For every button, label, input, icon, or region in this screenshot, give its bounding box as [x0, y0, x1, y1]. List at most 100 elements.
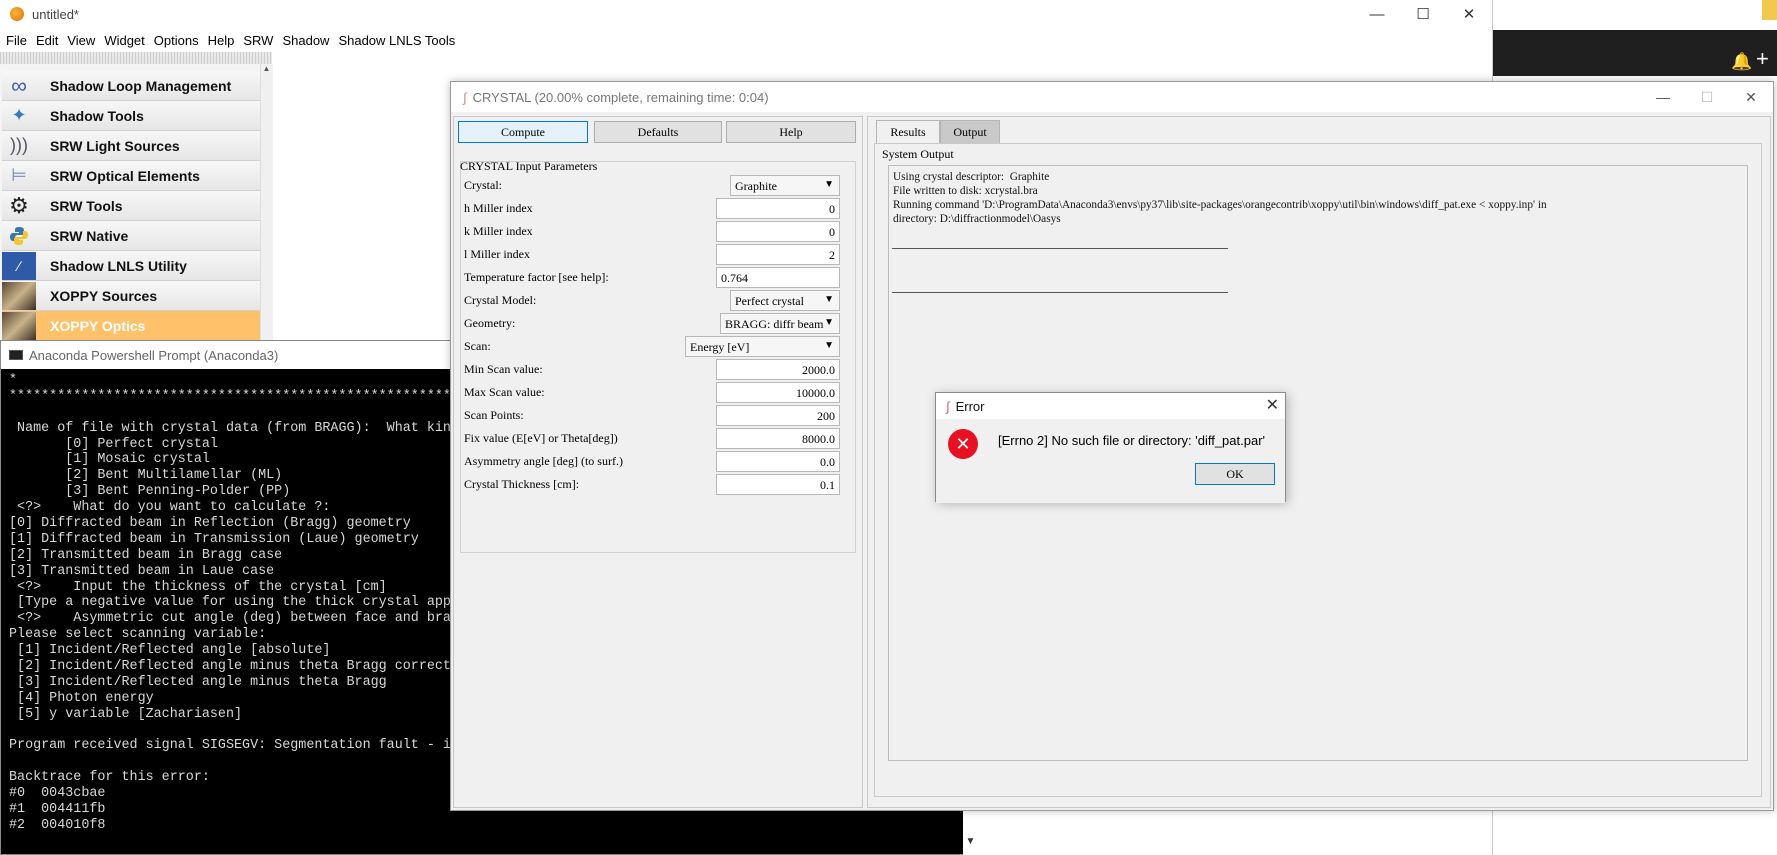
menu-options[interactable]: Options: [154, 33, 199, 48]
desktop-folder-icon[interactable]: [1762, 0, 1777, 20]
toolbox-scrollbar[interactable]: [260, 64, 273, 344]
utility-icon: ∕: [2, 251, 36, 280]
dropdown-arrow-icon: ▼: [824, 179, 834, 190]
close-icon[interactable]: ✕: [1446, 0, 1492, 28]
output-line: Running command 'D:\ProgramData\Anaconda…: [893, 199, 1547, 211]
console-line: #2 004010f8: [9, 817, 106, 833]
menu-shadow[interactable]: Shadow: [282, 33, 329, 48]
defaults-button[interactable]: Defaults: [594, 121, 722, 143]
parameter-label: Geometry:: [464, 316, 516, 330]
system-output-label: System Output: [882, 147, 954, 161]
parameter-dropdown[interactable]: Perfect crystal ▼: [730, 290, 840, 311]
output-line: Using crystal descriptor: Graphite: [893, 171, 1050, 183]
toolbox-category-srw-native[interactable]: SRW Native: [2, 221, 260, 251]
parameter-input[interactable]: 200: [716, 405, 840, 426]
parameter-input[interactable]: 0.0: [716, 451, 840, 472]
toolbox-category-label: Shadow LNLS Utility: [50, 257, 187, 274]
parameter-input[interactable]: 10000.0: [716, 382, 840, 403]
infinity-icon: ∞: [11, 72, 27, 98]
minimize-icon[interactable]: —: [1641, 82, 1685, 112]
menu-shadow-lnls-tools[interactable]: Shadow LNLS Tools: [338, 33, 455, 48]
parameter-label: l Miller index: [464, 247, 530, 261]
output-line: File written to disk: xcrystal.bra: [893, 185, 1038, 197]
maximize-icon[interactable]: ☐: [1685, 82, 1729, 112]
toolbox-category-label: SRW Optical Elements: [50, 167, 200, 184]
toolbox-resize-grip[interactable]: [0, 52, 272, 64]
output-separator: [892, 248, 1228, 249]
parameter-input[interactable]: 2000.0: [716, 359, 840, 380]
parameter-label: Crystal Model:: [464, 293, 537, 307]
parameter-row: l Miller index 2: [460, 242, 850, 266]
parameter-input[interactable]: 0.764: [716, 267, 840, 288]
parameter-row: Scan: Energy [eV] ▼: [460, 334, 850, 358]
maximize-icon[interactable]: ☐: [1400, 0, 1446, 28]
minimize-icon[interactable]: —: [1354, 0, 1400, 28]
parameter-row: Temperature factor [see help]: 0.764: [460, 265, 850, 289]
parameter-input[interactable]: 0: [716, 221, 840, 242]
notification-bell-icon[interactable]: 🔔: [1731, 52, 1752, 72]
close-icon[interactable]: ✕: [1729, 82, 1773, 112]
close-icon[interactable]: ✕: [1266, 395, 1279, 415]
scroll-up-arrow-icon[interactable]: ▲: [261, 64, 272, 76]
error-icon: ✕: [948, 429, 978, 459]
crystal-window-title: CRYSTAL (20.00% complete, remaining time…: [472, 89, 769, 105]
error-message: [Errno 2] No such file or directory: 'di…: [998, 433, 1266, 448]
parameter-input[interactable]: 8000.0: [716, 428, 840, 449]
terminal-icon: [9, 350, 23, 360]
parameter-label: Min Scan value:: [464, 362, 543, 376]
parameter-label: Temperature factor [see help]:: [464, 270, 609, 284]
parameter-dropdown[interactable]: BRAGG: diffr beam ▼: [720, 313, 840, 334]
powershell-window-title: Anaconda Powershell Prompt (Anaconda3): [29, 347, 279, 363]
crystal-window-controls: — ☐ ✕: [1641, 82, 1773, 112]
dropdown-value: Graphite: [735, 179, 777, 193]
ok-button[interactable]: OK: [1195, 463, 1275, 485]
toolbox-category-xoppy-optics[interactable]: XOPPY Optics: [2, 311, 260, 341]
crystal-control-panel: Compute Defaults Help CRYSTAL Input Para…: [453, 116, 863, 808]
toolbox-category-label: Shadow Tools: [50, 107, 144, 124]
add-icon[interactable]: +: [1756, 48, 1769, 70]
parameter-label: k Miller index: [464, 224, 533, 238]
parameter-input[interactable]: 2: [716, 244, 840, 265]
menu-help[interactable]: Help: [208, 33, 235, 48]
parameter-row: Asymmetry angle [deg] (to surf.) 0.0: [460, 449, 850, 473]
xoppy-sources-icon: [2, 281, 36, 310]
parameter-label: Scan Points:: [464, 408, 524, 422]
parameter-label: Asymmetry angle [deg] (to surf.): [464, 454, 623, 468]
menu-srw[interactable]: SRW: [243, 33, 273, 48]
menu-file[interactable]: File: [6, 33, 27, 48]
toolbox-category-shadow-lnls-utility[interactable]: ∕ Shadow LNLS Utility: [2, 251, 260, 281]
menu-widget[interactable]: Widget: [104, 33, 144, 48]
orange-titlebar: untitled* — ☐ ✕: [0, 0, 1492, 28]
parameter-input[interactable]: 0: [716, 198, 840, 219]
parameter-input[interactable]: 0.1: [716, 474, 840, 495]
parameter-row: Crystal Thickness [cm]: 0.1: [460, 472, 850, 496]
optical-element-icon: ⊨: [11, 165, 27, 185]
error-dialog: ∫ Error ✕ ✕ [Errno 2] No such file or di…: [935, 392, 1286, 503]
menu-view[interactable]: View: [67, 33, 95, 48]
orange-app-icon: [10, 7, 24, 21]
parameter-row: Geometry: BRAGG: diffr beam ▼: [460, 311, 850, 335]
tools-icon: ✦: [11, 105, 27, 125]
toolbox-category-shadow-tools[interactable]: ✦ Shadow Tools: [2, 101, 260, 131]
app-icon: ∫: [946, 398, 950, 414]
parameter-row: Fix value (E[eV] or Theta[deg]) 8000.0: [460, 426, 850, 450]
toolbox-category-shadow-loop-management[interactable]: ∞ Shadow Loop Management: [2, 71, 260, 101]
parameter-dropdown[interactable]: Graphite ▼: [730, 175, 840, 196]
toolbox-category-label: Shadow Loop Management: [50, 77, 232, 94]
help-button[interactable]: Help: [726, 121, 856, 143]
tab-results[interactable]: Results: [876, 120, 940, 144]
parameter-dropdown[interactable]: Energy [eV] ▼: [685, 336, 840, 357]
output-separator: [892, 292, 1228, 293]
toolbox-category-srw-optical-elements[interactable]: ⊨ SRW Optical Elements: [2, 161, 260, 191]
menu-edit[interactable]: Edit: [36, 33, 58, 48]
toolbox-category-srw-light-sources[interactable]: ))) SRW Light Sources: [2, 131, 260, 161]
parameter-row: k Miller index 0: [460, 219, 850, 243]
toolbox-category-xoppy-sources[interactable]: XOPPY Sources: [2, 281, 260, 311]
scroll-down-arrow-icon[interactable]: ▼: [963, 836, 978, 854]
input-parameters-title: CRYSTAL Input Parameters: [460, 159, 598, 173]
compute-button[interactable]: Compute: [458, 121, 588, 143]
toolbox-category-srw-tools[interactable]: ⚙ SRW Tools: [2, 191, 260, 221]
tab-output[interactable]: Output: [940, 120, 1000, 144]
toolbox-category-label: SRW Native: [50, 227, 129, 244]
parameter-row: Min Scan value: 2000.0: [460, 357, 850, 381]
